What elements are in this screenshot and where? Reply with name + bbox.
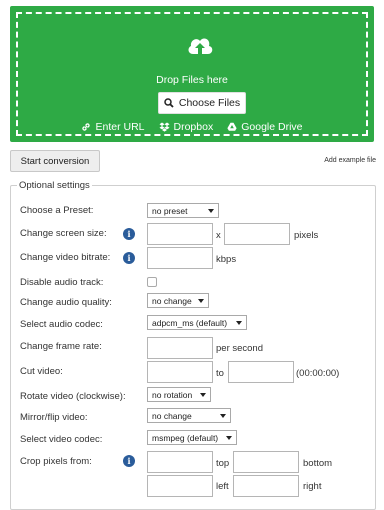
add-example-file-link[interactable]: Add example file — [324, 157, 376, 164]
disable-audio-label: Disable audio track: — [20, 277, 104, 288]
start-conversion-button[interactable]: Start conversion — [10, 150, 100, 172]
crop-left-input[interactable] — [147, 475, 213, 497]
dropzone-border: Drop Files here Choose Files Enter URL D… — [16, 12, 368, 136]
crop-top-label: top — [216, 458, 230, 469]
frame-rate-input[interactable] — [147, 337, 213, 359]
preset-label: Choose a Preset: — [20, 205, 94, 216]
cut-video-label: Cut video: — [20, 366, 63, 377]
enter-url-link[interactable]: Enter URL — [81, 121, 145, 133]
choose-files-button[interactable]: Choose Files — [158, 92, 246, 114]
link-icon — [82, 123, 91, 131]
screen-height-input[interactable] — [224, 223, 290, 245]
info-icon[interactable]: i — [123, 455, 135, 467]
cut-start-input[interactable] — [147, 361, 213, 383]
frame-rate-label: Change frame rate: — [20, 341, 102, 352]
video-codec-label: Select video codec: — [20, 434, 103, 445]
dropbox-icon — [159, 122, 170, 132]
mirror-value: no change — [152, 410, 192, 421]
info-icon[interactable]: i — [123, 228, 135, 240]
screen-size-label: Change screen size: — [20, 228, 107, 239]
crop-left-label: left — [216, 481, 229, 492]
audio-codec-label: Select audio codec: — [20, 319, 103, 330]
mirror-select[interactable]: no change — [147, 408, 231, 423]
chevron-down-icon — [208, 209, 214, 213]
video-codec-select[interactable]: msmpeg (default) — [147, 430, 237, 445]
disable-audio-checkbox[interactable] — [147, 277, 157, 287]
crop-bottom-input[interactable] — [233, 451, 299, 473]
enter-url-label: Enter URL — [95, 121, 145, 133]
preset-select[interactable]: no preset — [147, 203, 219, 218]
choose-files-label: Choose Files — [178, 97, 241, 109]
rotate-label: Rotate video (clockwise): — [20, 391, 126, 402]
chevron-down-icon — [226, 436, 232, 440]
google-drive-link[interactable]: Google Drive — [227, 121, 303, 133]
mirror-label: Mirror/flip video: — [20, 412, 88, 423]
video-codec-value: msmpeg (default) — [152, 432, 219, 443]
cut-to-label: to — [216, 368, 224, 379]
rotate-select[interactable]: no rotation — [147, 387, 211, 402]
bitrate-unit: kbps — [216, 254, 237, 265]
screen-size-unit: pixels — [294, 230, 319, 241]
chevron-down-icon — [236, 321, 242, 325]
crop-top-input[interactable] — [147, 451, 213, 473]
dropbox-label: Dropbox — [173, 121, 214, 133]
screen-size-x-label: x — [216, 230, 221, 241]
chevron-down-icon — [200, 393, 206, 397]
preset-value: no preset — [152, 205, 188, 216]
google-drive-icon — [227, 122, 237, 131]
crop-right-input[interactable] — [233, 475, 299, 497]
audio-codec-select[interactable]: adpcm_ms (default) — [147, 315, 247, 330]
dropbox-link[interactable]: Dropbox — [159, 121, 214, 133]
audio-quality-label: Change audio quality: — [20, 297, 112, 308]
audio-quality-value: no change — [152, 295, 192, 306]
cut-format-hint: (00:00:00) — [296, 368, 340, 379]
crop-bottom-label: bottom — [303, 458, 333, 469]
file-dropzone[interactable]: Drop Files here Choose Files Enter URL D… — [10, 6, 374, 142]
cloud-upload-icon — [188, 38, 213, 54]
google-drive-label: Google Drive — [241, 121, 303, 133]
cut-end-input[interactable] — [228, 361, 294, 383]
rotate-value: no rotation — [152, 389, 193, 400]
crop-right-label: right — [303, 481, 322, 492]
drop-files-text: Drop Files here — [156, 74, 228, 86]
info-icon[interactable]: i — [123, 252, 135, 264]
chevron-down-icon — [220, 414, 226, 418]
bitrate-input[interactable] — [147, 247, 213, 269]
chevron-down-icon — [198, 299, 204, 303]
audio-quality-select[interactable]: no change — [147, 293, 209, 308]
optional-settings-legend: Optional settings — [19, 180, 90, 191]
bitrate-label: Change video bitrate: — [20, 252, 111, 263]
crop-label: Crop pixels from: — [20, 456, 92, 467]
frame-rate-unit: per second — [216, 343, 264, 354]
upload-sources: Enter URL Dropbox Google Drive — [18, 121, 366, 133]
screen-width-input[interactable] — [147, 223, 213, 245]
audio-codec-value: adpcm_ms (default) — [152, 317, 228, 328]
search-icon — [164, 98, 174, 108]
